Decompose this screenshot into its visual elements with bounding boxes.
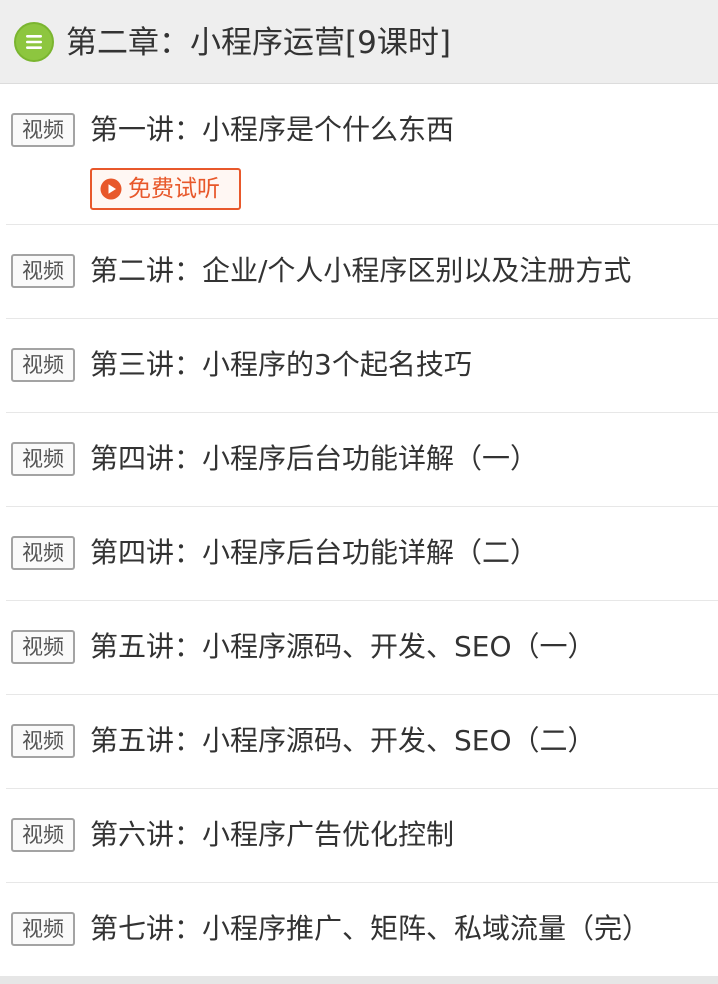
lesson-item[interactable]: 视频 第四讲：小程序后台功能详解（二） <box>6 507 718 601</box>
video-badge: 视频 <box>11 536 75 570</box>
video-badge: 视频 <box>11 724 75 758</box>
video-badge: 视频 <box>11 442 75 476</box>
lesson-title[interactable]: 第四讲：小程序后台功能详解（二） <box>90 533 538 573</box>
chapter-header[interactable]: 第二章：小程序运营[9课时] <box>0 0 718 84</box>
lesson-item[interactable]: 视频 第五讲：小程序源码、开发、SEO（二） <box>6 695 718 789</box>
lesson-item[interactable]: 视频 第四讲：小程序后台功能详解（一） <box>6 413 718 507</box>
lesson-title[interactable]: 第五讲：小程序源码、开发、SEO（一） <box>90 627 596 667</box>
lesson-title[interactable]: 第五讲：小程序源码、开发、SEO（二） <box>90 721 596 761</box>
lesson-title[interactable]: 第七讲：小程序推广、矩阵、私域流量（完） <box>90 909 650 949</box>
video-badge: 视频 <box>11 113 75 147</box>
lesson-title[interactable]: 第六讲：小程序广告优化控制 <box>90 815 454 855</box>
lesson-item[interactable]: 视频 第五讲：小程序源码、开发、SEO（一） <box>6 601 718 695</box>
free-trial-label: 免费试听 <box>128 176 220 202</box>
play-icon <box>100 178 122 200</box>
lesson-item[interactable]: 视频 第三讲：小程序的3个起名技巧 <box>6 319 718 413</box>
lesson-title[interactable]: 第二讲：企业/个人小程序区别以及注册方式 <box>90 251 631 291</box>
video-badge: 视频 <box>11 630 75 664</box>
video-badge: 视频 <box>11 348 75 382</box>
lesson-item[interactable]: 视频 第二讲：企业/个人小程序区别以及注册方式 <box>6 225 718 319</box>
chapter-title: 第二章：小程序运营[9课时] <box>66 25 451 61</box>
lesson-item[interactable]: 视频 第一讲：小程序是个什么东西 免费试听 <box>6 84 718 225</box>
lesson-list: 视频 第一讲：小程序是个什么东西 免费试听 视频 第二讲：企业/个人小程序区别以… <box>0 84 718 977</box>
free-trial-button[interactable]: 免费试听 <box>90 168 241 210</box>
list-menu-icon <box>14 22 54 62</box>
lesson-item[interactable]: 视频 第六讲：小程序广告优化控制 <box>6 789 718 883</box>
lesson-item[interactable]: 视频 第七讲：小程序推广、矩阵、私域流量（完） <box>6 883 718 977</box>
video-badge: 视频 <box>11 912 75 946</box>
video-badge: 视频 <box>11 818 75 852</box>
lesson-title[interactable]: 第三讲：小程序的3个起名技巧 <box>90 345 472 385</box>
bottom-divider <box>0 976 718 984</box>
lesson-title[interactable]: 第四讲：小程序后台功能详解（一） <box>90 439 538 479</box>
lesson-title[interactable]: 第一讲：小程序是个什么东西 <box>90 110 454 150</box>
video-badge: 视频 <box>11 254 75 288</box>
